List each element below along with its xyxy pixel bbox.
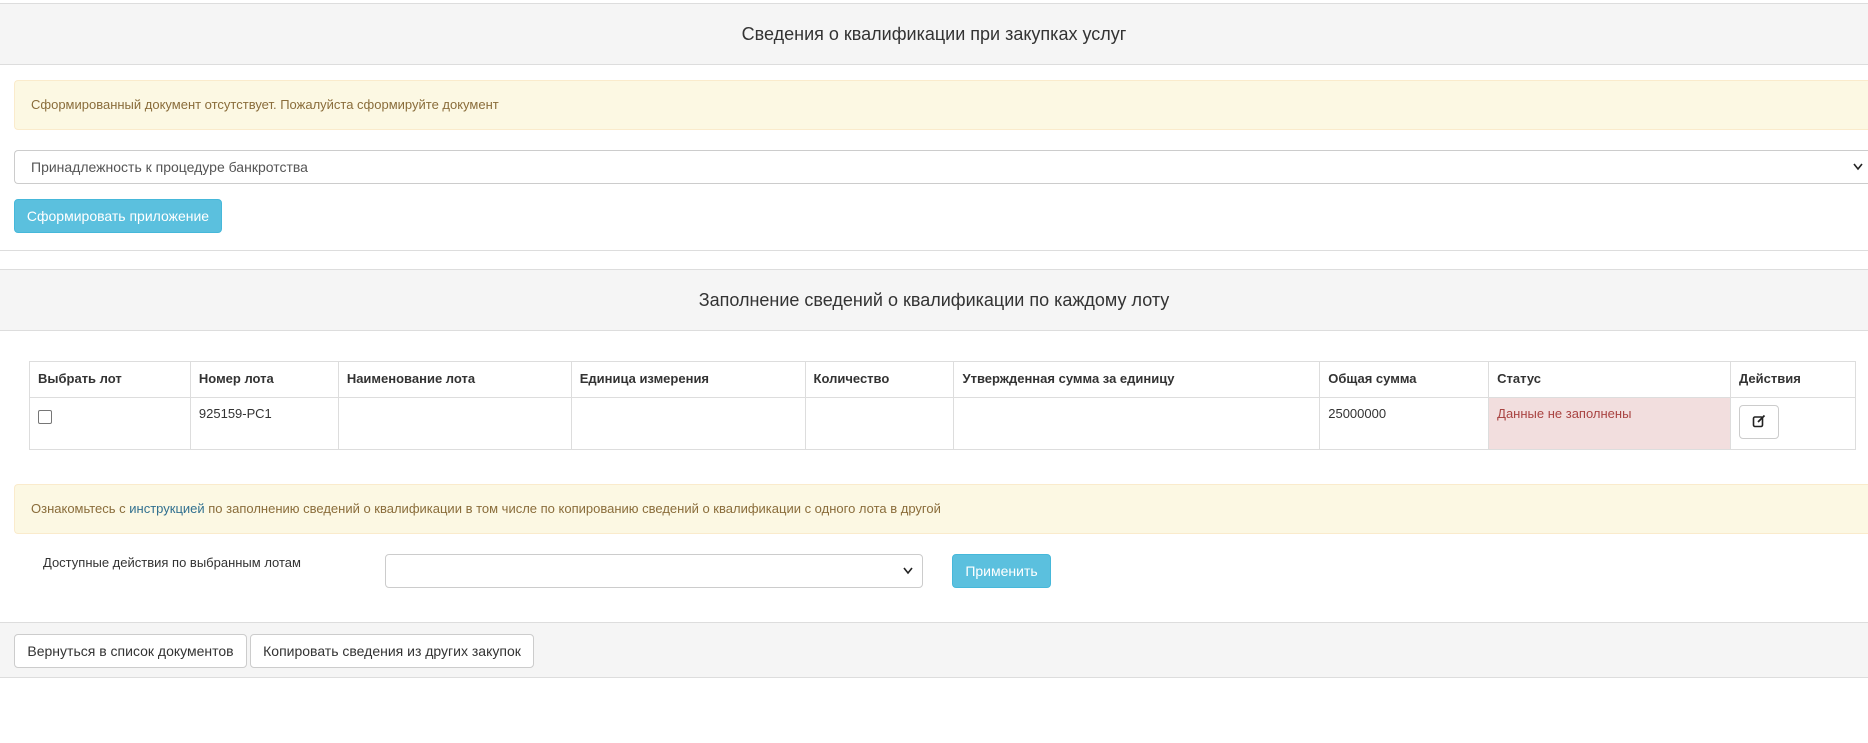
section-divider — [0, 250, 1868, 251]
table-header-row: Выбрать лот Номер лота Наименование лота… — [29, 361, 1857, 398]
total-cell: 25000000 — [1319, 397, 1490, 450]
missing-document-alert: Сформированный документ отсутствует. Пож… — [14, 80, 1868, 130]
instruction-suffix: по заполнению сведений о квалификации в … — [204, 501, 941, 516]
lot-select-checkbox[interactable] — [38, 410, 52, 424]
generate-attachment-button[interactable]: Сформировать приложение — [14, 199, 222, 233]
chevron-down-icon — [1852, 151, 1864, 195]
quantity-cell — [804, 397, 955, 450]
available-actions-label: Доступные действия по выбранным лотам — [43, 555, 301, 570]
copy-from-other-purchases-button[interactable]: Копировать сведения из других закупок — [250, 634, 534, 668]
unit-price-cell — [953, 397, 1321, 450]
unit-cell — [570, 397, 806, 450]
column-header-total: Общая сумма — [1319, 361, 1490, 398]
status-cell: Данные не заполнены — [1488, 397, 1731, 450]
column-header-unit: Единица измерения — [570, 361, 806, 398]
bulk-actions-select[interactable] — [385, 554, 923, 588]
column-header-lot-name: Наименование лота — [337, 361, 572, 398]
column-header-actions: Действия — [1729, 361, 1857, 398]
edit-lot-button[interactable] — [1738, 405, 1779, 439]
footer-toolbar: Вернуться в список документов Копировать… — [0, 622, 1868, 678]
lots-section-title: Заполнение сведений о квалификации по ка… — [0, 269, 1868, 331]
select-cell — [29, 397, 191, 450]
instruction-alert: Ознакомьтесь с инструкцией по заполнению… — [14, 484, 1868, 534]
column-header-quantity: Количество — [804, 361, 955, 398]
instruction-prefix: Ознакомьтесь с — [31, 501, 130, 516]
edit-icon — [1752, 414, 1766, 431]
column-header-lot-number: Номер лота — [189, 361, 339, 398]
lot-number-cell: 925159-РС1 — [189, 397, 339, 450]
lots-table: Выбрать лот Номер лота Наименование лота… — [29, 361, 1857, 450]
apply-button[interactable]: Применить — [952, 554, 1051, 588]
back-to-documents-button[interactable]: Вернуться в список документов — [14, 634, 247, 668]
column-header-unit-price: Утвержденная сумма за единицу — [953, 361, 1321, 398]
bankruptcy-select-value: Принадлежность к процедуре банкротства — [31, 159, 308, 175]
instruction-link[interactable]: инструкцией — [129, 501, 204, 516]
table-row: 925159-РС1 25000000 Данные не заполнены — [29, 397, 1857, 450]
chevron-down-icon — [902, 564, 914, 581]
bankruptcy-select[interactable]: Принадлежность к процедуре банкротства — [14, 150, 1868, 184]
qualification-section-title: Сведения о квалификации при закупках усл… — [0, 3, 1868, 65]
column-header-select: Выбрать лот — [29, 361, 191, 398]
column-header-status: Статус — [1488, 361, 1731, 398]
lot-name-cell — [337, 397, 572, 450]
actions-cell — [1729, 397, 1857, 450]
